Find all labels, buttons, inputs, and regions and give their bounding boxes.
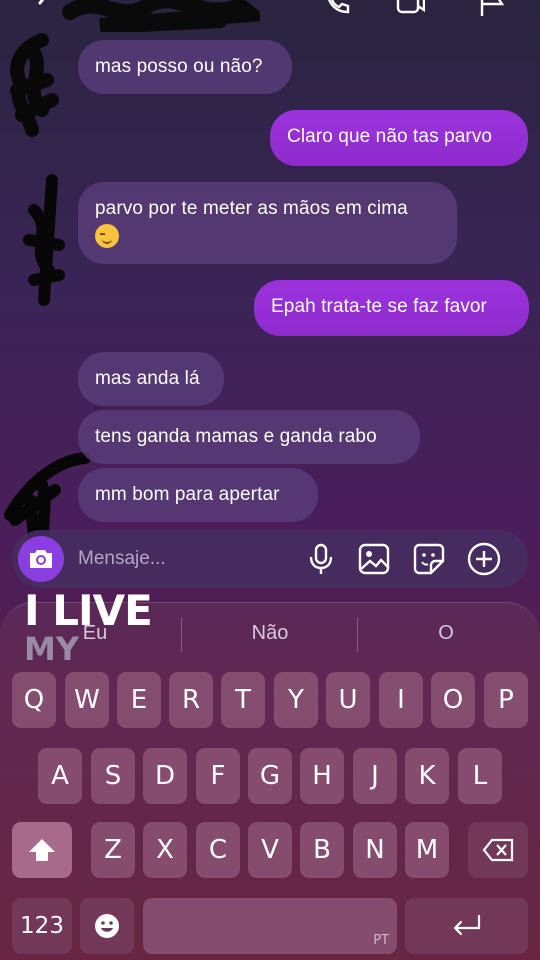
redaction-scribble <box>62 0 260 32</box>
back-icon[interactable] <box>30 0 60 18</box>
key-r[interactable]: R <box>169 672 213 728</box>
message-text: mm bom para apertar <box>95 484 280 505</box>
key-l[interactable]: L <box>458 748 502 804</box>
key-z[interactable]: Z <box>91 822 135 878</box>
key-a[interactable]: A <box>38 748 82 804</box>
sticker-icon <box>413 543 445 575</box>
key-y[interactable]: Y <box>274 672 318 728</box>
phone-icon[interactable] <box>322 0 352 18</box>
watermark-text: I LIVE <box>24 586 153 635</box>
backspace-key[interactable] <box>468 822 528 878</box>
message-received[interactable]: mas posso ou não? <box>78 40 292 94</box>
message-received[interactable]: tens ganda mamas e ganda rabo <box>78 410 420 464</box>
emoji-key[interactable] <box>80 898 134 954</box>
shift-key[interactable] <box>12 822 72 878</box>
message-text: mas anda lá <box>95 368 200 389</box>
key-t[interactable]: T <box>221 672 265 728</box>
video-call-icon[interactable] <box>395 0 425 18</box>
key-m[interactable]: M <box>405 822 449 878</box>
microphone-icon <box>309 543 333 574</box>
camera-icon <box>30 550 52 568</box>
message-composer <box>12 530 528 588</box>
key-d[interactable]: D <box>143 748 187 804</box>
key-x[interactable]: X <box>143 822 187 878</box>
key-o[interactable]: O <box>431 672 475 728</box>
message-text: parvo por te meter as mãos em cima <box>95 198 408 219</box>
gallery-button[interactable] <box>357 542 391 576</box>
key-v[interactable]: V <box>248 822 292 878</box>
suggestion[interactable]: O <box>386 622 506 645</box>
key-w[interactable]: W <box>65 672 109 728</box>
key-g[interactable]: G <box>248 748 292 804</box>
top-bar <box>0 0 540 32</box>
key-u[interactable]: U <box>326 672 370 728</box>
return-icon <box>453 914 480 936</box>
space-key[interactable]: PT <box>143 898 397 954</box>
message-text: Claro que não tas parvo <box>287 126 493 147</box>
redaction-scribble <box>10 33 59 137</box>
add-icon <box>467 542 501 576</box>
add-button[interactable] <box>467 542 501 576</box>
message-text: tens ganda mamas e ganda rabo <box>95 426 377 447</box>
message-text: mas posso ou não? <box>95 56 263 77</box>
shift-icon <box>29 839 55 861</box>
sticker-button[interactable] <box>412 542 446 576</box>
key-s[interactable]: S <box>91 748 135 804</box>
message-text: Epah trata-te se faz favor <box>271 296 487 317</box>
key-q[interactable]: Q <box>12 672 56 728</box>
language-label: PT <box>373 933 389 948</box>
gallery-icon <box>358 543 390 575</box>
message-received[interactable]: parvo por te meter as mãos em cima <box>78 182 457 264</box>
key-n[interactable]: N <box>353 822 397 878</box>
emoji-icon <box>95 914 119 938</box>
smirk-emoji-icon <box>95 223 119 248</box>
key-p[interactable]: P <box>484 672 528 728</box>
key-i[interactable]: I <box>379 672 423 728</box>
numbers-key[interactable]: 123 <box>12 898 72 954</box>
suggestion-divider <box>357 618 358 652</box>
message-received[interactable]: mm bom para apertar <box>78 468 318 522</box>
key-j[interactable]: J <box>353 748 397 804</box>
camera-button[interactable] <box>18 536 64 582</box>
message-sent[interactable]: Claro que não tas parvo <box>270 110 528 166</box>
key-e[interactable]: E <box>117 672 161 728</box>
microphone-button[interactable] <box>304 542 338 576</box>
watermark-text: MY <box>24 630 80 668</box>
key-k[interactable]: K <box>405 748 449 804</box>
key-c[interactable]: C <box>196 822 240 878</box>
flag-icon[interactable] <box>478 0 508 18</box>
return-key[interactable] <box>405 898 528 954</box>
message-input[interactable] <box>78 545 298 573</box>
suggestion[interactable]: Não <box>210 622 330 645</box>
suggestion-divider <box>181 618 182 652</box>
message-received[interactable]: mas anda lá <box>78 352 224 406</box>
key-h[interactable]: H <box>300 748 344 804</box>
key-b[interactable]: B <box>300 822 344 878</box>
key-f[interactable]: F <box>196 748 240 804</box>
backspace-icon <box>482 838 514 862</box>
message-sent[interactable]: Epah trata-te se faz favor <box>254 280 529 336</box>
redaction-scribble <box>23 174 65 306</box>
